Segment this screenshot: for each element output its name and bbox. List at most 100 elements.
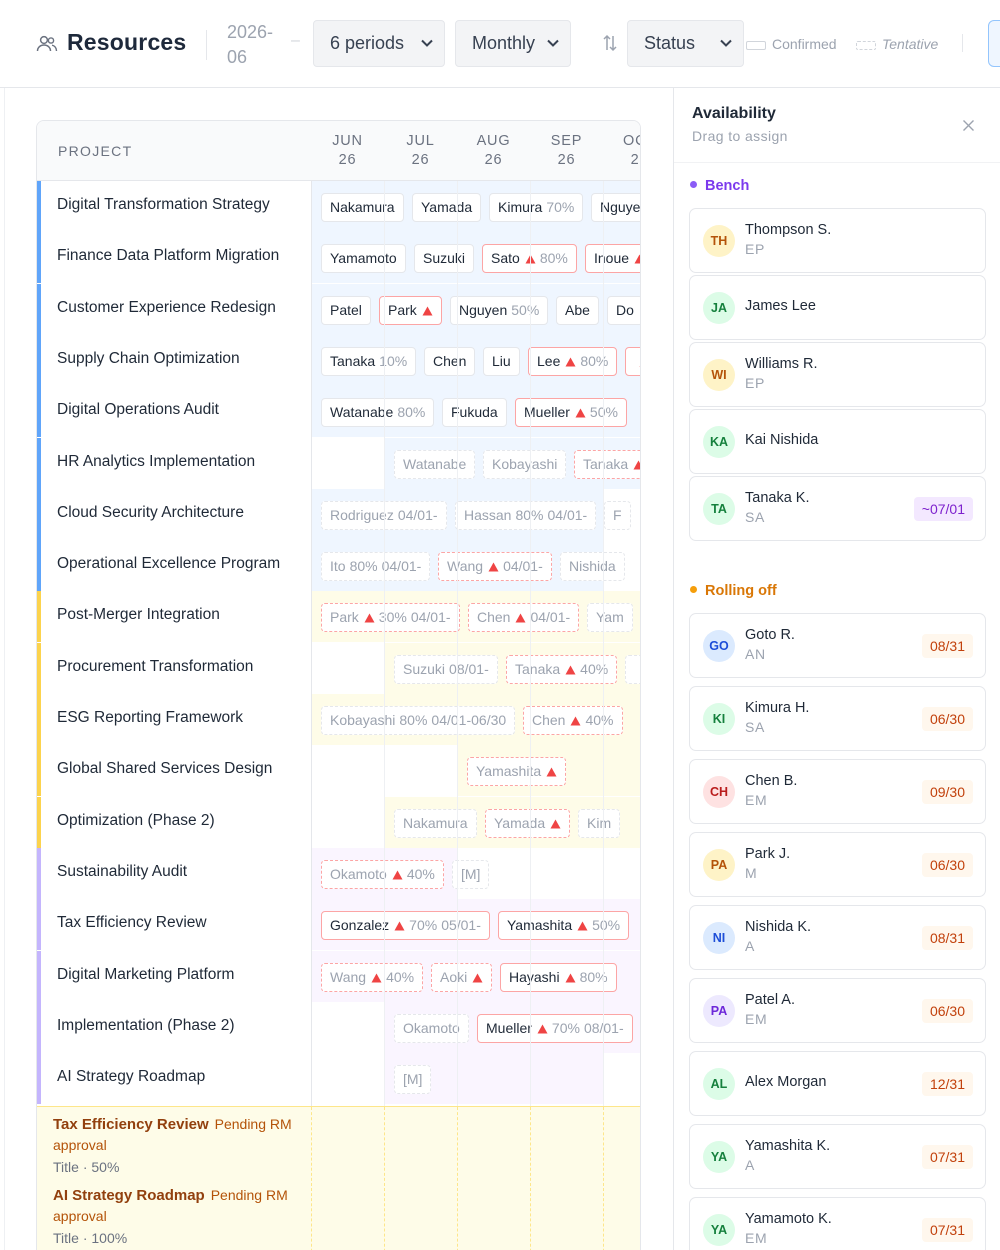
person-card[interactable]: TA Tanaka K. SA ~07/01 xyxy=(689,476,986,541)
assignment-chip[interactable]: Yamada xyxy=(412,193,482,222)
project-row[interactable]: AI Strategy Roadmap [M] xyxy=(37,1053,640,1105)
project-row[interactable]: Procurement Transformation Suzuki 08/01- Ta… xyxy=(37,642,640,694)
assignment-chip[interactable]: Yamashita 50% xyxy=(498,911,630,941)
project-name[interactable]: ESG Reporting Framework xyxy=(57,709,243,727)
start-date-input[interactable]: 2026-06 xyxy=(227,20,287,70)
assignment-chip[interactable]: Ito 80% 04/01- xyxy=(321,552,431,582)
project-row[interactable]: HR Analytics Implementation Watanabe Kobay… xyxy=(37,437,640,489)
person-card[interactable]: TH Thompson S. EP xyxy=(689,208,986,273)
person-card[interactable]: CH Chen B. EM 09/30 xyxy=(689,759,986,824)
project-row[interactable]: ESG Reporting Framework Kobayashi 80% 04/01… xyxy=(37,694,640,745)
project-name[interactable]: HR Analytics Implementation xyxy=(57,453,255,471)
project-name[interactable]: Post-Merger Integration xyxy=(57,606,220,624)
assignment-chip[interactable]: Park 30% 04/01- xyxy=(321,603,460,633)
assignment-chip[interactable]: Nakamura xyxy=(321,193,404,222)
project-name[interactable]: AI Strategy Roadmap xyxy=(57,1068,205,1086)
project-name[interactable]: Digital Operations Audit xyxy=(57,401,219,419)
assignment-chip[interactable]: Fukuda xyxy=(442,398,507,428)
project-row[interactable]: Digital Operations Audit Watanabe 80% Fukud… xyxy=(37,386,640,438)
assignment-chip[interactable]: Chen xyxy=(424,346,476,376)
project-name[interactable]: Operational Excellence Program xyxy=(57,555,280,573)
person-card[interactable]: PA Park J. M 06/30 xyxy=(689,832,986,897)
person-card[interactable]: JA James Lee xyxy=(689,275,986,340)
assignment-chip[interactable]: Watanabe 80% xyxy=(321,398,435,428)
assignment-chip[interactable]: Tanaka xyxy=(574,449,640,479)
person-card[interactable]: PA Patel A. EM 06/30 xyxy=(689,978,986,1043)
assignment-chip[interactable]: Liu xyxy=(483,346,520,376)
assignment-chip[interactable]: F xyxy=(604,500,631,530)
project-row[interactable]: Operational Excellence Program Ito 80% 04/0… xyxy=(37,540,640,592)
periods-select[interactable]: 6 periods xyxy=(313,20,445,67)
assignment-chip[interactable]: Nguyen xyxy=(591,193,640,222)
assignment-chip[interactable]: Mueller50% xyxy=(515,398,627,428)
project-name[interactable]: Optimization (Phase 2) xyxy=(57,812,215,830)
person-card[interactable]: NI Nishida K. A 08/31 xyxy=(689,905,986,970)
project-name[interactable]: Digital Marketing Platform xyxy=(57,966,234,984)
assignment-chip[interactable]: Wang 04/01- xyxy=(438,552,552,582)
project-row[interactable]: Global Shared Services Design Yamashita xyxy=(37,745,640,797)
assignment-chip[interactable]: Watanabe xyxy=(394,449,476,479)
assignment-chip[interactable]: Chen 40% xyxy=(523,706,623,735)
assignment-chip[interactable]: Abe xyxy=(556,295,599,325)
project-row[interactable]: Finance Data Platform Migration Yamamoto S… xyxy=(37,232,640,284)
close-icon[interactable] xyxy=(962,119,975,132)
assignment-chip[interactable]: Tanaka 40% xyxy=(506,654,618,684)
person-card[interactable]: WI Williams R. EP xyxy=(689,342,986,407)
project-row[interactable]: Supply Chain Optimization Tanaka 10% Chen Li… xyxy=(37,334,640,386)
assignment-chip[interactable] xyxy=(625,346,640,376)
pending-item[interactable]: AI Strategy Roadmap Pending RM approval Ti… xyxy=(53,1185,323,1249)
project-name[interactable]: Tax Efficiency Review xyxy=(57,914,207,932)
person-card[interactable]: GO Goto R. AN 08/31 xyxy=(689,613,986,678)
assignment-chip[interactable]: Yamada xyxy=(485,808,571,838)
status-select[interactable]: Status xyxy=(627,20,744,67)
assignment-chip[interactable]: Suzuki 08/01- xyxy=(394,654,498,684)
project-name[interactable]: Sustainability Audit xyxy=(57,863,187,881)
assignment-chip[interactable]: Yam xyxy=(587,603,633,633)
assignment-chip[interactable]: Kobayashi xyxy=(483,449,567,479)
granularity-select[interactable]: Monthly xyxy=(455,20,571,67)
assignment-chip[interactable]: Okamoto 40% xyxy=(321,859,444,889)
project-name[interactable]: Digital Transformation Strategy xyxy=(57,196,270,214)
project-name[interactable]: Implementation (Phase 2) xyxy=(57,1017,234,1035)
assignment-chip[interactable]: Kobayashi 80% 04/01-06/30 xyxy=(321,706,516,735)
project-row[interactable]: Cloud Security Architecture Rodriguez 04/0… xyxy=(37,488,640,540)
assignment-chip[interactable]: Kim xyxy=(578,808,621,838)
assignment-chip[interactable]: Kimura 70% xyxy=(489,193,584,222)
assignment-chip[interactable]: Tanaka 10% xyxy=(321,346,417,376)
project-row[interactable]: Implementation (Phase 2) Okamoto Mueller 70… xyxy=(37,1001,640,1053)
project-name[interactable]: Finance Data Platform Migration xyxy=(57,247,279,265)
project-name[interactable]: Customer Experience Redesign xyxy=(57,299,276,317)
project-row[interactable]: Optimization (Phase 2) Nakamura Yamada Kim xyxy=(37,796,640,848)
project-row[interactable]: Post-Merger Integration Park 30% 04/01- Chen… xyxy=(37,591,640,643)
assignment-chip[interactable]: Hassan80%04/01- xyxy=(455,500,597,530)
assignment-chip[interactable]: Yamamoto xyxy=(321,244,406,274)
assignment-chip[interactable]: Wang 40% xyxy=(321,962,424,992)
assignment-chip[interactable]: Chen 04/01- xyxy=(468,603,580,633)
assignment-chip[interactable]: Park xyxy=(379,295,442,325)
assignment-chip[interactable]: Gonzalez 70% 05/01- xyxy=(321,911,490,941)
project-row[interactable]: Digital Transformation Strategy Nakamura Y… xyxy=(37,181,640,232)
project-row[interactable]: Sustainability Audit Okamoto 40% [M] xyxy=(37,847,640,899)
assignment-chip[interactable]: Patel xyxy=(321,295,371,325)
assignment-chip[interactable]: Inoue xyxy=(585,244,640,274)
assignment-chip[interactable]: [M] xyxy=(394,1065,432,1095)
pending-item[interactable]: Tax Efficiency Review Pending RM approval… xyxy=(53,1114,323,1178)
person-card[interactable]: KA Kai Nishida xyxy=(689,409,986,474)
project-name[interactable]: Supply Chain Optimization xyxy=(57,350,240,368)
assignment-chip[interactable]: Nishida xyxy=(560,552,625,582)
assignment-chip[interactable]: Hayashi 80% xyxy=(500,962,617,992)
project-name[interactable]: Procurement Transformation xyxy=(57,658,253,676)
person-card[interactable]: YA Yamamoto K. EM 07/31 xyxy=(689,1197,986,1250)
person-card[interactable]: AL Alex Morgan 12/31 xyxy=(689,1051,986,1116)
assignment-chip[interactable]: Suzuki xyxy=(414,244,475,274)
sort-icon[interactable] xyxy=(603,34,617,52)
project-name[interactable]: Global Shared Services Design xyxy=(57,760,272,778)
assignment-chip[interactable]: Aoki xyxy=(431,962,493,992)
primary-action-button[interactable] xyxy=(988,20,1000,67)
assignment-chip[interactable]: Nguyen 50% xyxy=(450,295,549,325)
assignment-chip[interactable]: Mueller70%08/01- xyxy=(477,1013,633,1043)
person-card[interactable]: KI Kimura H. SA 06/30 xyxy=(689,686,986,751)
assignment-chip[interactable]: Do xyxy=(607,295,640,325)
project-row[interactable]: Customer Experience Redesign Patel Park Ngu… xyxy=(37,283,640,335)
project-name[interactable]: Cloud Security Architecture xyxy=(57,504,244,522)
